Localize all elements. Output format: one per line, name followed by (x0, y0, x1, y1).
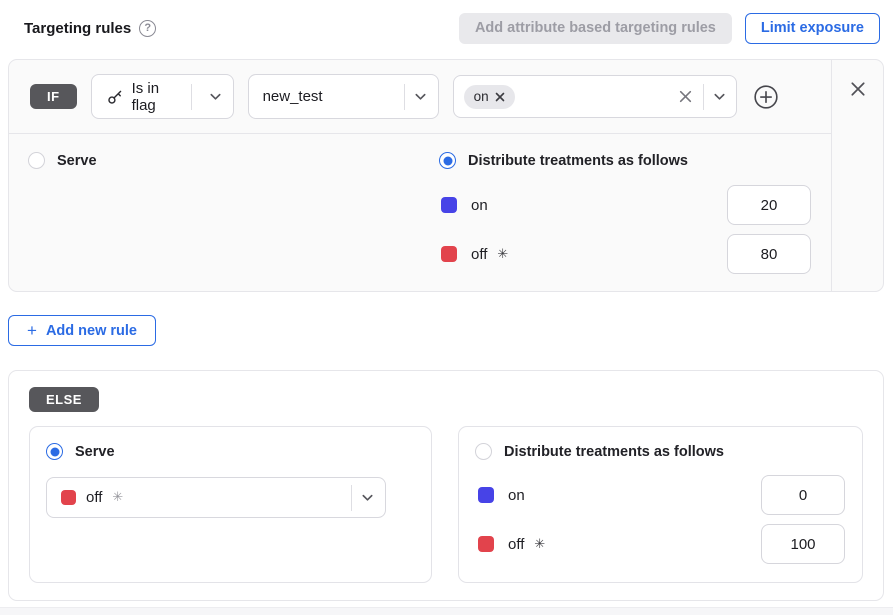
else-distribute-option[interactable]: Distribute treatments as follows (475, 443, 846, 460)
serve-treatment-value: off (86, 489, 102, 506)
chevron-down-icon (360, 490, 375, 505)
serve-label: Serve (57, 153, 97, 169)
add-attribute-rules-button[interactable]: Add attribute based targeting rules (459, 13, 732, 44)
flag-dropdown[interactable]: new_test (248, 74, 439, 119)
else-badge: ELSE (29, 387, 99, 412)
serve-column: Serve (28, 152, 439, 291)
else-distribute-card: Distribute treatments as follows on off … (458, 426, 863, 583)
default-treatment-icon: ✳ (112, 490, 123, 505)
key-icon (106, 88, 124, 106)
else-distribute-radio[interactable] (475, 443, 492, 460)
header-left: Targeting rules ? (24, 20, 156, 37)
treatment-off-swatch (441, 246, 457, 262)
else-treatment-on-percent-input[interactable] (761, 475, 845, 515)
else-serve-option[interactable]: Serve (46, 443, 415, 460)
add-new-rule-label: Add new rule (46, 323, 137, 339)
default-treatment-icon: ✳ (534, 537, 545, 552)
matcher-value: Is in flag (132, 80, 183, 114)
treatment-name: off (508, 536, 524, 553)
if-badge: IF (30, 84, 77, 109)
distribute-option[interactable]: Distribute treatments as follows (439, 152, 811, 169)
distribute-radio[interactable] (439, 152, 456, 169)
tag-label: on (474, 89, 489, 104)
clear-selection-icon[interactable] (676, 87, 695, 106)
else-serve-radio[interactable] (46, 443, 63, 460)
else-treatment-row-off: off ✳ (475, 524, 846, 564)
rule-serve-section: Serve Distribute treatments as follows o… (9, 133, 831, 291)
else-treatment-off-percent-input[interactable] (761, 524, 845, 564)
else-rule-card: ELSE Serve off ✳ (8, 370, 884, 601)
divider (351, 485, 352, 511)
delete-rule-icon[interactable] (848, 79, 868, 99)
help-icon[interactable]: ? (139, 20, 156, 37)
else-treatment-row-on: on (475, 475, 846, 515)
chevron-down-icon (413, 89, 428, 104)
divider (703, 84, 704, 110)
if-rule-card: IF Is in flag new_test (8, 59, 884, 292)
else-columns: Serve off ✳ Distribute treatments as fol… (29, 426, 863, 583)
plus-icon: + (27, 322, 37, 339)
chevron-down-icon (712, 89, 727, 104)
treatment-on-swatch (478, 487, 494, 503)
remove-tag-icon[interactable] (495, 92, 505, 102)
treatment-on-percent-input[interactable] (727, 185, 811, 225)
treatment-name: on (508, 487, 525, 504)
treatment-row-off: off ✳ (439, 234, 811, 274)
header-actions: Add attribute based targeting rules Limi… (459, 13, 880, 44)
default-treatment-icon: ✳ (497, 247, 508, 262)
serve-radio[interactable] (28, 152, 45, 169)
selected-treatment-tag[interactable]: on (464, 85, 515, 109)
header: Targeting rules ? Add attribute based ta… (8, 10, 884, 44)
else-distribute-label: Distribute treatments as follows (504, 444, 724, 460)
treatment-name: on (471, 197, 488, 214)
page-title: Targeting rules (24, 20, 131, 37)
treatment-off-swatch (478, 536, 494, 552)
targeting-rules-panel: Targeting rules ? Add attribute based ta… (0, 0, 893, 601)
treatment-row-on: on (439, 185, 811, 225)
else-serve-card: Serve off ✳ (29, 426, 432, 583)
treatment-on-swatch (441, 197, 457, 213)
flag-value: new_test (263, 88, 323, 105)
rule-condition-row: IF Is in flag new_test (9, 60, 831, 133)
else-serve-label: Serve (75, 444, 115, 460)
matcher-dropdown[interactable]: Is in flag (91, 74, 234, 119)
limit-exposure-button[interactable]: Limit exposure (745, 13, 880, 44)
divider (404, 84, 405, 110)
else-serve-treatment-dropdown[interactable]: off ✳ (46, 477, 386, 518)
distribute-column: Distribute treatments as follows on off … (439, 152, 811, 291)
treatment-off-percent-input[interactable] (727, 234, 811, 274)
rule-main: IF Is in flag new_test (9, 60, 831, 291)
treatment-name: off (471, 246, 487, 263)
rule-side-column (831, 60, 883, 291)
treatment-off-swatch (61, 490, 76, 505)
treatments-multiselect[interactable]: on (453, 75, 737, 118)
divider (191, 84, 192, 110)
serve-option[interactable]: Serve (28, 152, 439, 169)
distribute-label: Distribute treatments as follows (468, 153, 688, 169)
add-new-rule-button[interactable]: + Add new rule (8, 315, 156, 346)
add-condition-icon[interactable] (751, 82, 781, 112)
next-section-edge (0, 607, 893, 615)
chevron-down-icon (208, 89, 223, 104)
